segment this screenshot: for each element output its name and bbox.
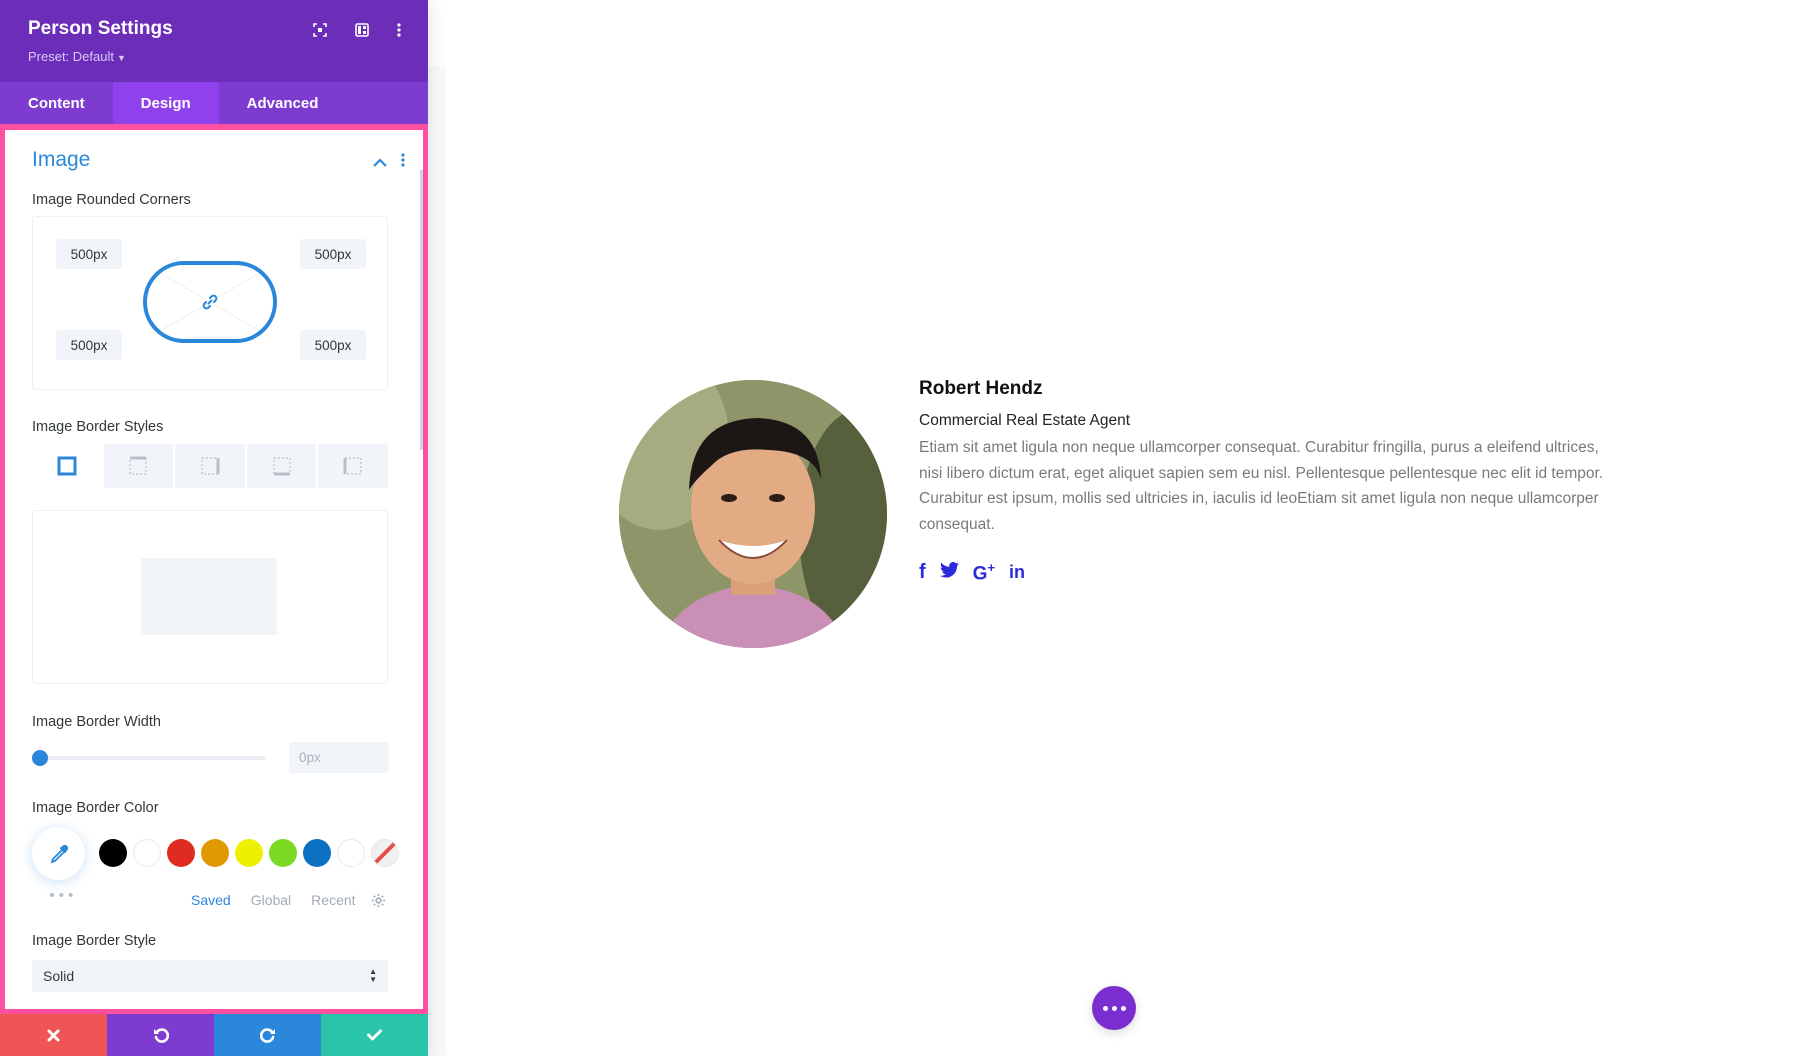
- corner-bottom-left-input[interactable]: 500px: [56, 330, 122, 360]
- page-settings-button[interactable]: [1092, 986, 1136, 1030]
- corner-top-right-input[interactable]: 500px: [300, 239, 366, 269]
- color-swatch[interactable]: [201, 839, 229, 867]
- tab-advanced[interactable]: Advanced: [219, 82, 347, 124]
- undo-button[interactable]: [107, 1014, 214, 1056]
- redo-button[interactable]: [214, 1014, 321, 1056]
- google-plus-icon[interactable]: G+: [973, 560, 995, 585]
- border-styles-selector: [32, 444, 388, 488]
- rounded-corners-label: Image Rounded Corners: [32, 192, 191, 208]
- color-swatch[interactable]: [99, 839, 127, 867]
- corner-bottom-right-input[interactable]: 500px: [300, 330, 366, 360]
- corner-top-left-input[interactable]: 500px: [56, 239, 122, 269]
- panel-title: Person Settings: [28, 18, 173, 39]
- panel-tabs: Content Design Advanced: [0, 82, 428, 124]
- border-preview: [32, 510, 388, 684]
- close-icon: [47, 1029, 60, 1041]
- linkedin-icon[interactable]: in: [1009, 562, 1025, 583]
- settings-panel: Person Settings Preset: Default ▼ Content…: [0, 0, 428, 1056]
- slider-handle[interactable]: [32, 750, 48, 766]
- border-color-label: Image Border Color: [32, 800, 159, 816]
- border-right-button[interactable]: [175, 444, 245, 488]
- tab-design[interactable]: Design: [112, 82, 219, 124]
- chevron-up-icon[interactable]: [373, 152, 387, 171]
- color-picker-button[interactable]: [32, 827, 85, 880]
- redo-icon: [259, 1028, 275, 1043]
- palette-tab-global[interactable]: Global: [251, 892, 291, 908]
- border-bottom-icon: [272, 457, 291, 476]
- select-arrows-icon: ▲ ▼: [369, 967, 377, 984]
- caret-down-icon: ▼: [117, 53, 126, 63]
- save-button[interactable]: [321, 1014, 428, 1056]
- panel-header[interactable]: Person Settings Preset: Default ▼: [0, 0, 428, 82]
- border-styles-label: Image Border Styles: [32, 419, 164, 435]
- color-swatch[interactable]: [167, 839, 195, 867]
- canvas-gutter: [428, 66, 446, 1056]
- border-top-button[interactable]: [103, 444, 174, 488]
- border-all-sides-button[interactable]: [32, 444, 102, 488]
- focus-mode-icon[interactable]: [310, 20, 330, 40]
- eyedropper-icon: [50, 844, 68, 863]
- settings-body: Image Image Rounded Corners 500px 500px …: [0, 124, 428, 1014]
- person-role: Commercial Real Estate Agent: [919, 412, 1131, 429]
- border-right-icon: [201, 457, 220, 475]
- twitter-icon[interactable]: [939, 561, 959, 584]
- border-preview-sample: [141, 558, 277, 635]
- border-top-icon: [129, 456, 148, 475]
- border-style-select[interactable]: Solid ▲ ▼: [32, 960, 388, 992]
- border-width-input[interactable]: 0px: [289, 742, 389, 773]
- check-icon: [367, 1029, 382, 1041]
- more-colors-icon[interactable]: •••: [48, 888, 76, 904]
- border-style-label: Image Border Style: [32, 933, 157, 949]
- color-swatches: [99, 839, 399, 867]
- border-left-icon: [343, 457, 362, 475]
- color-swatch[interactable]: [269, 839, 297, 867]
- discard-button[interactable]: [0, 1014, 107, 1056]
- color-swatch[interactable]: [337, 839, 365, 867]
- scrollbar[interactable]: [420, 170, 423, 450]
- palette-tab-saved[interactable]: Saved: [191, 892, 231, 908]
- panel-footer: [0, 1014, 428, 1056]
- dot-icon: [1120, 1005, 1126, 1011]
- rounded-corners-control: 500px 500px 500px 500px: [32, 216, 388, 390]
- preset-dropdown[interactable]: Preset: Default ▼: [28, 49, 126, 64]
- facebook-icon[interactable]: f: [919, 561, 926, 584]
- preset-label: Preset: Default: [28, 49, 114, 64]
- undo-icon: [153, 1028, 169, 1043]
- color-swatch[interactable]: [235, 839, 263, 867]
- person-name: Robert Hendz: [919, 378, 1043, 399]
- border-width-label: Image Border Width: [32, 714, 161, 730]
- person-bio: Etiam sit amet ligula non neque ullamcor…: [919, 439, 1604, 533]
- gear-icon[interactable]: [371, 893, 386, 912]
- color-swatch[interactable]: [303, 839, 331, 867]
- color-swatch[interactable]: [133, 839, 161, 867]
- border-all-icon: [57, 456, 77, 476]
- social-links: f G+ in: [919, 560, 1025, 585]
- corner-preview: [143, 261, 277, 343]
- palette-tab-recent[interactable]: Recent: [311, 892, 355, 908]
- swatch-transparent[interactable]: [371, 839, 399, 867]
- dot-icon: [1102, 1005, 1108, 1011]
- border-left-button[interactable]: [318, 444, 388, 488]
- dot-icon: [1111, 1005, 1117, 1011]
- tab-content[interactable]: Content: [0, 82, 113, 124]
- section-menu-icon[interactable]: [401, 152, 405, 171]
- person-photo-icon: [619, 380, 887, 648]
- link-corners-icon[interactable]: [201, 293, 219, 315]
- person-avatar[interactable]: [619, 380, 887, 648]
- section-title-image[interactable]: Image: [32, 148, 90, 172]
- split-view-icon[interactable]: [352, 20, 372, 40]
- border-style-value: Solid: [43, 968, 75, 984]
- border-width-slider[interactable]: [32, 750, 266, 766]
- palette-tabs: Saved Global Recent: [191, 892, 356, 908]
- more-options-icon[interactable]: [389, 20, 409, 40]
- border-bottom-button[interactable]: [246, 444, 317, 488]
